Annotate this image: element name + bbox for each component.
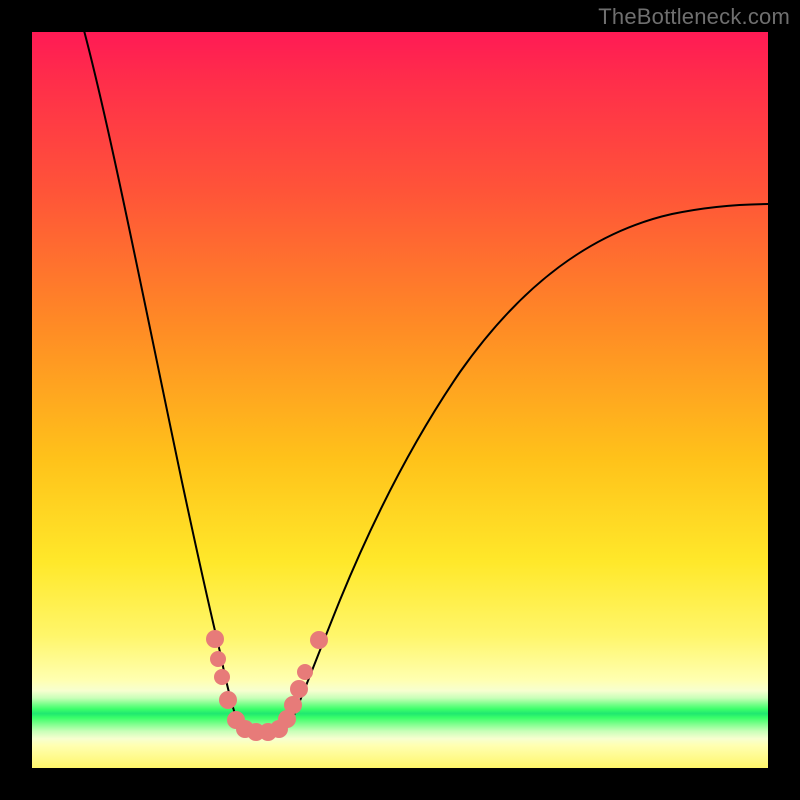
sample-dot <box>284 696 302 714</box>
watermark-text: TheBottleneck.com <box>598 4 790 30</box>
chart-frame: TheBottleneck.com <box>0 0 800 800</box>
sample-dot <box>206 630 224 648</box>
bottleneck-curve <box>79 32 768 732</box>
sample-dot <box>210 651 226 667</box>
chart-overlay <box>32 32 768 768</box>
sample-dot <box>297 664 313 680</box>
sample-dot <box>310 631 328 649</box>
sample-dot <box>214 669 230 685</box>
sample-dot <box>290 680 308 698</box>
sample-dot <box>219 691 237 709</box>
plot-area <box>32 32 768 768</box>
